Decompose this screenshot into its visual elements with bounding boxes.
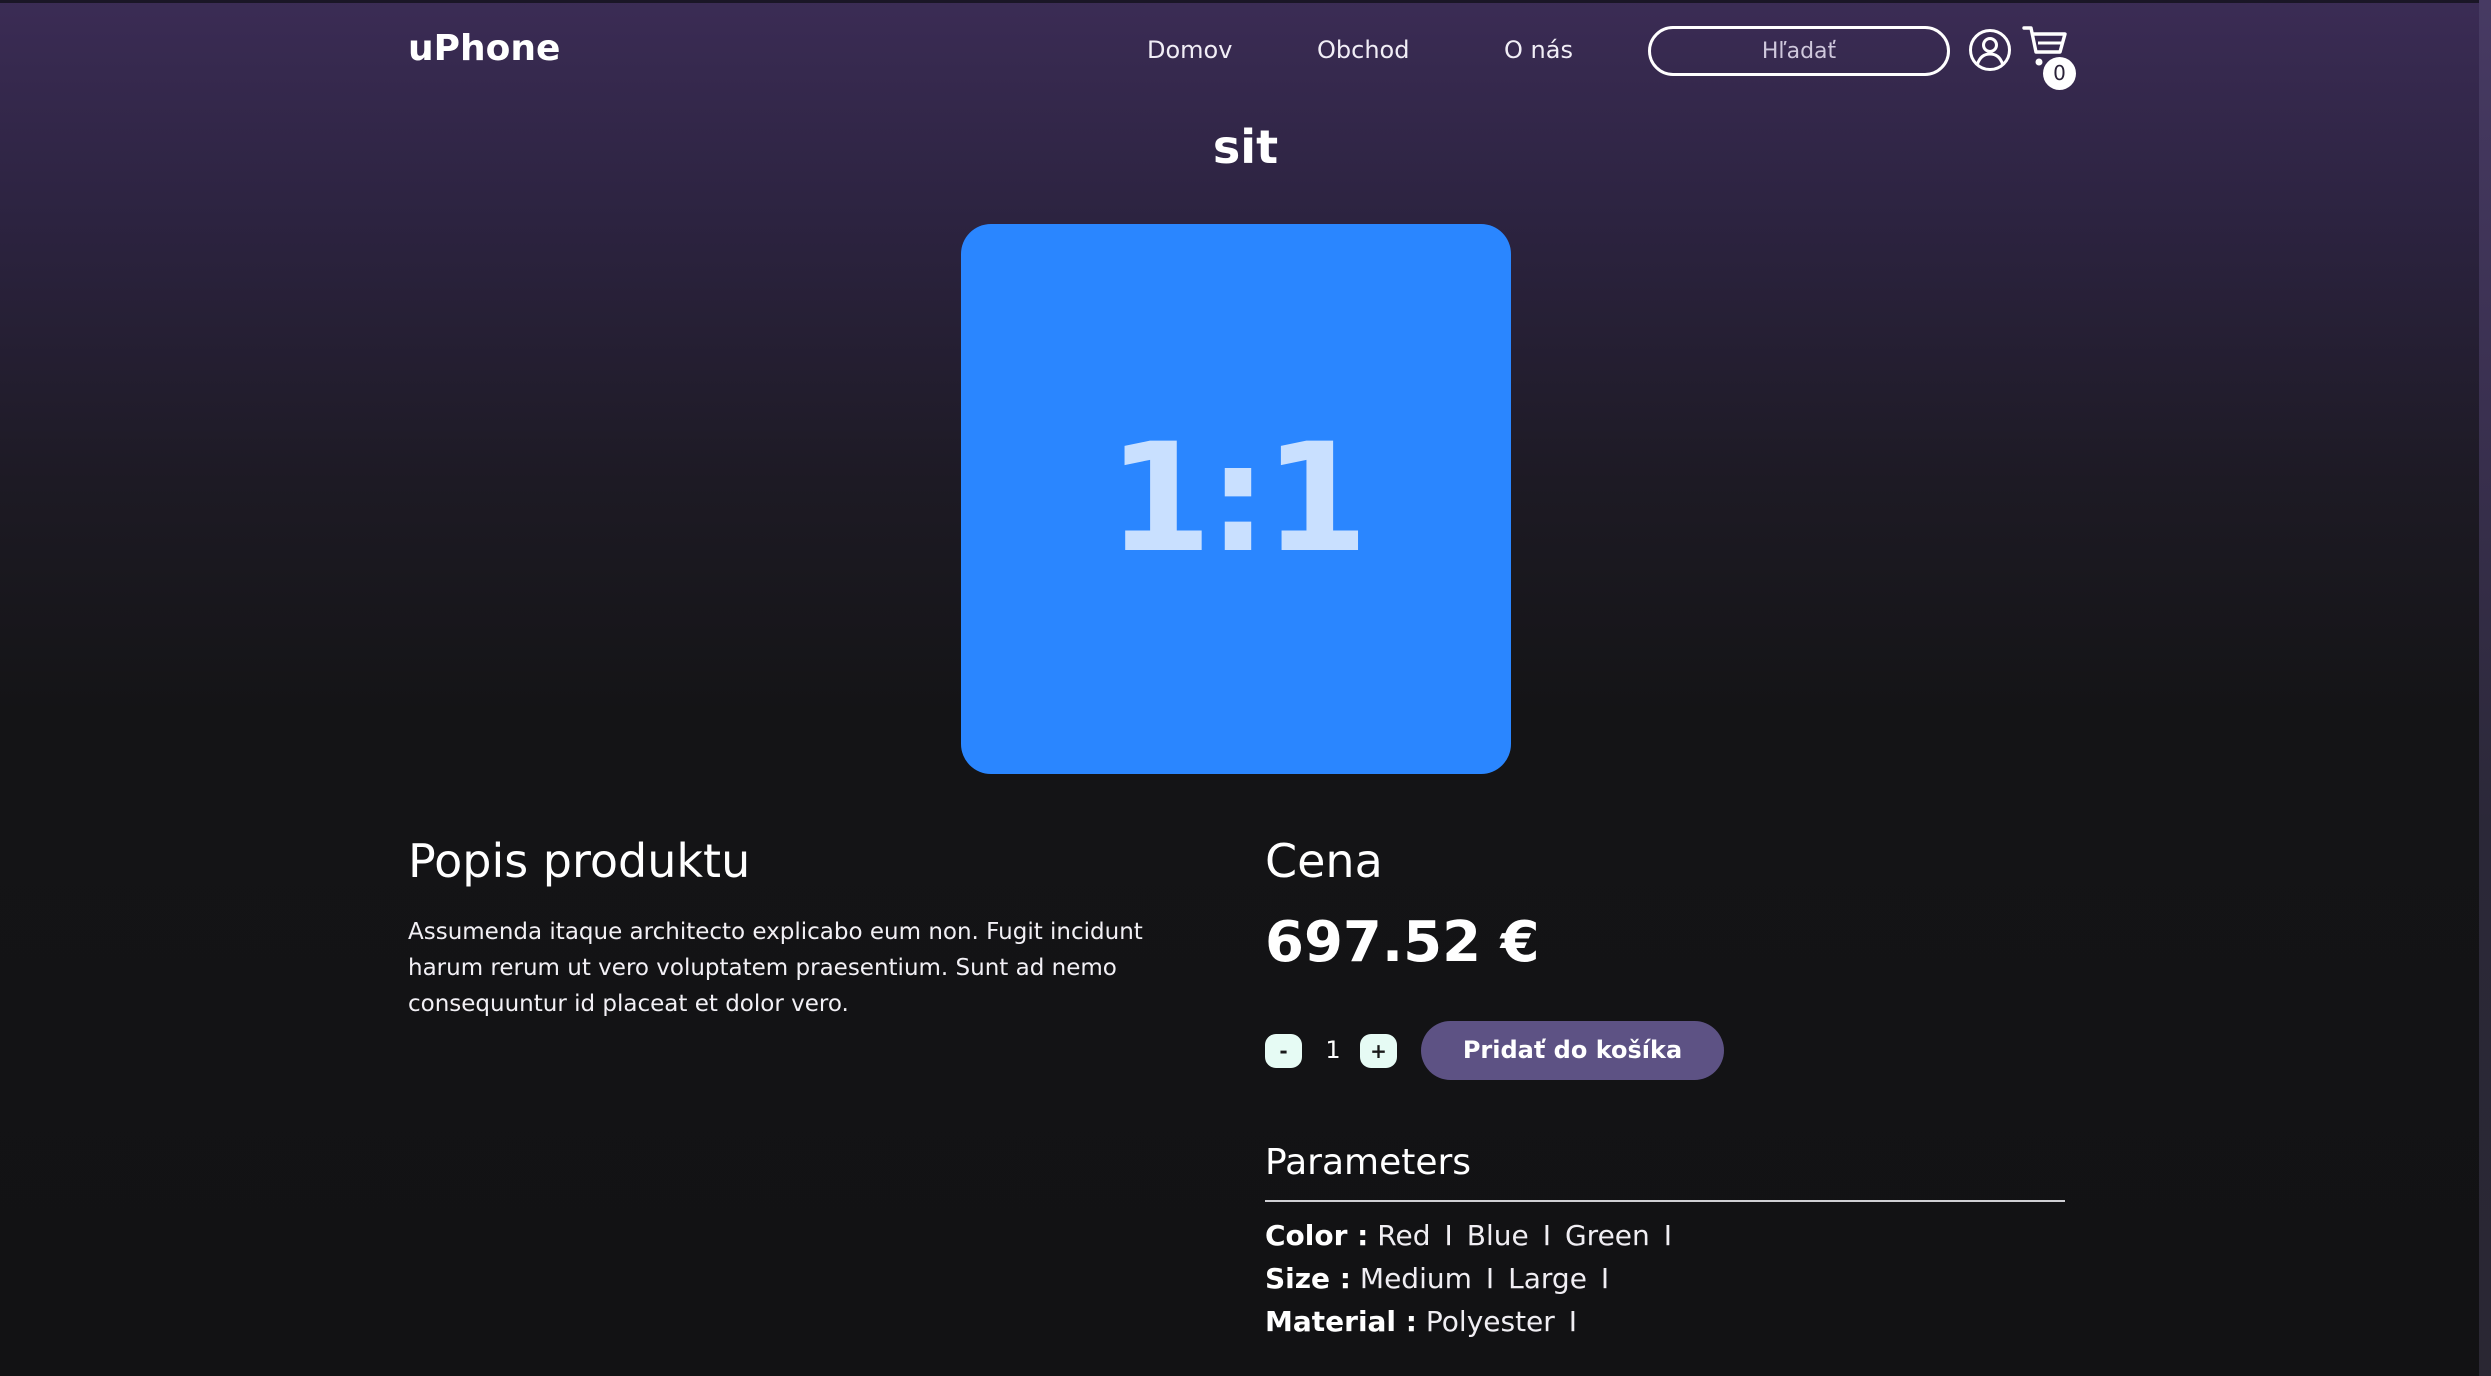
window-top-edge: [0, 0, 2491, 3]
parameter-option-medium[interactable]: Medium: [1360, 1262, 1472, 1295]
parameter-separator: I: [1568, 1305, 1578, 1338]
parameter-option-polyester[interactable]: Polyester: [1426, 1305, 1555, 1338]
parameter-separator: I: [1485, 1262, 1495, 1295]
product-price: 697.52 €: [1265, 910, 1540, 975]
parameter-separator: I: [1663, 1219, 1673, 1252]
parameter-material: Material : Polyester I: [1265, 1305, 1591, 1338]
parameter-name: Material :: [1265, 1305, 1417, 1338]
parameters-heading: Parameters: [1265, 1142, 1472, 1183]
parameter-name: Size :: [1265, 1262, 1351, 1295]
parameter-size: Size : Medium I Large I: [1265, 1262, 1623, 1295]
parameter-option-red[interactable]: Red: [1377, 1219, 1430, 1252]
cart-button[interactable]: 0: [2022, 24, 2080, 90]
add-to-cart-button[interactable]: Pridať do košíka: [1421, 1021, 1724, 1080]
site-logo[interactable]: uPhone: [408, 28, 560, 69]
user-circle-icon[interactable]: [1968, 28, 2012, 72]
image-placeholder-label: 1:1: [1107, 412, 1369, 586]
product-image: 1:1: [961, 224, 1511, 774]
parameter-option-blue[interactable]: Blue: [1467, 1219, 1529, 1252]
parameter-separator: I: [1444, 1219, 1453, 1252]
product-description: Assumenda itaque architecto explicabo eu…: [408, 919, 1143, 1017]
quantity-increase-button[interactable]: +: [1360, 1034, 1397, 1068]
nav-link-about[interactable]: O nás: [1504, 36, 1573, 64]
product-title: sit: [1212, 120, 1279, 174]
cart-count-badge: 0: [2043, 57, 2076, 90]
parameter-option-large[interactable]: Large: [1508, 1262, 1587, 1295]
description-heading: Popis produktu: [408, 834, 751, 888]
parameters-divider: [1265, 1200, 2065, 1202]
quantity-value[interactable]: 1: [1313, 1036, 1353, 1064]
page-scrollbar[interactable]: [2479, 0, 2491, 1376]
parameter-name: Color :: [1265, 1219, 1369, 1252]
parameter-separator: I: [1600, 1262, 1610, 1295]
quantity-decrease-button[interactable]: -: [1265, 1034, 1302, 1068]
parameter-option-green[interactable]: Green: [1565, 1219, 1650, 1252]
parameter-color: Color : Red I Blue I Green I: [1265, 1219, 1686, 1252]
search-input[interactable]: [1648, 26, 1950, 76]
parameter-separator: I: [1542, 1219, 1551, 1252]
price-heading: Cena: [1265, 834, 1383, 888]
nav-link-home[interactable]: Domov: [1147, 36, 1232, 64]
nav-link-shop[interactable]: Obchod: [1317, 36, 1409, 64]
